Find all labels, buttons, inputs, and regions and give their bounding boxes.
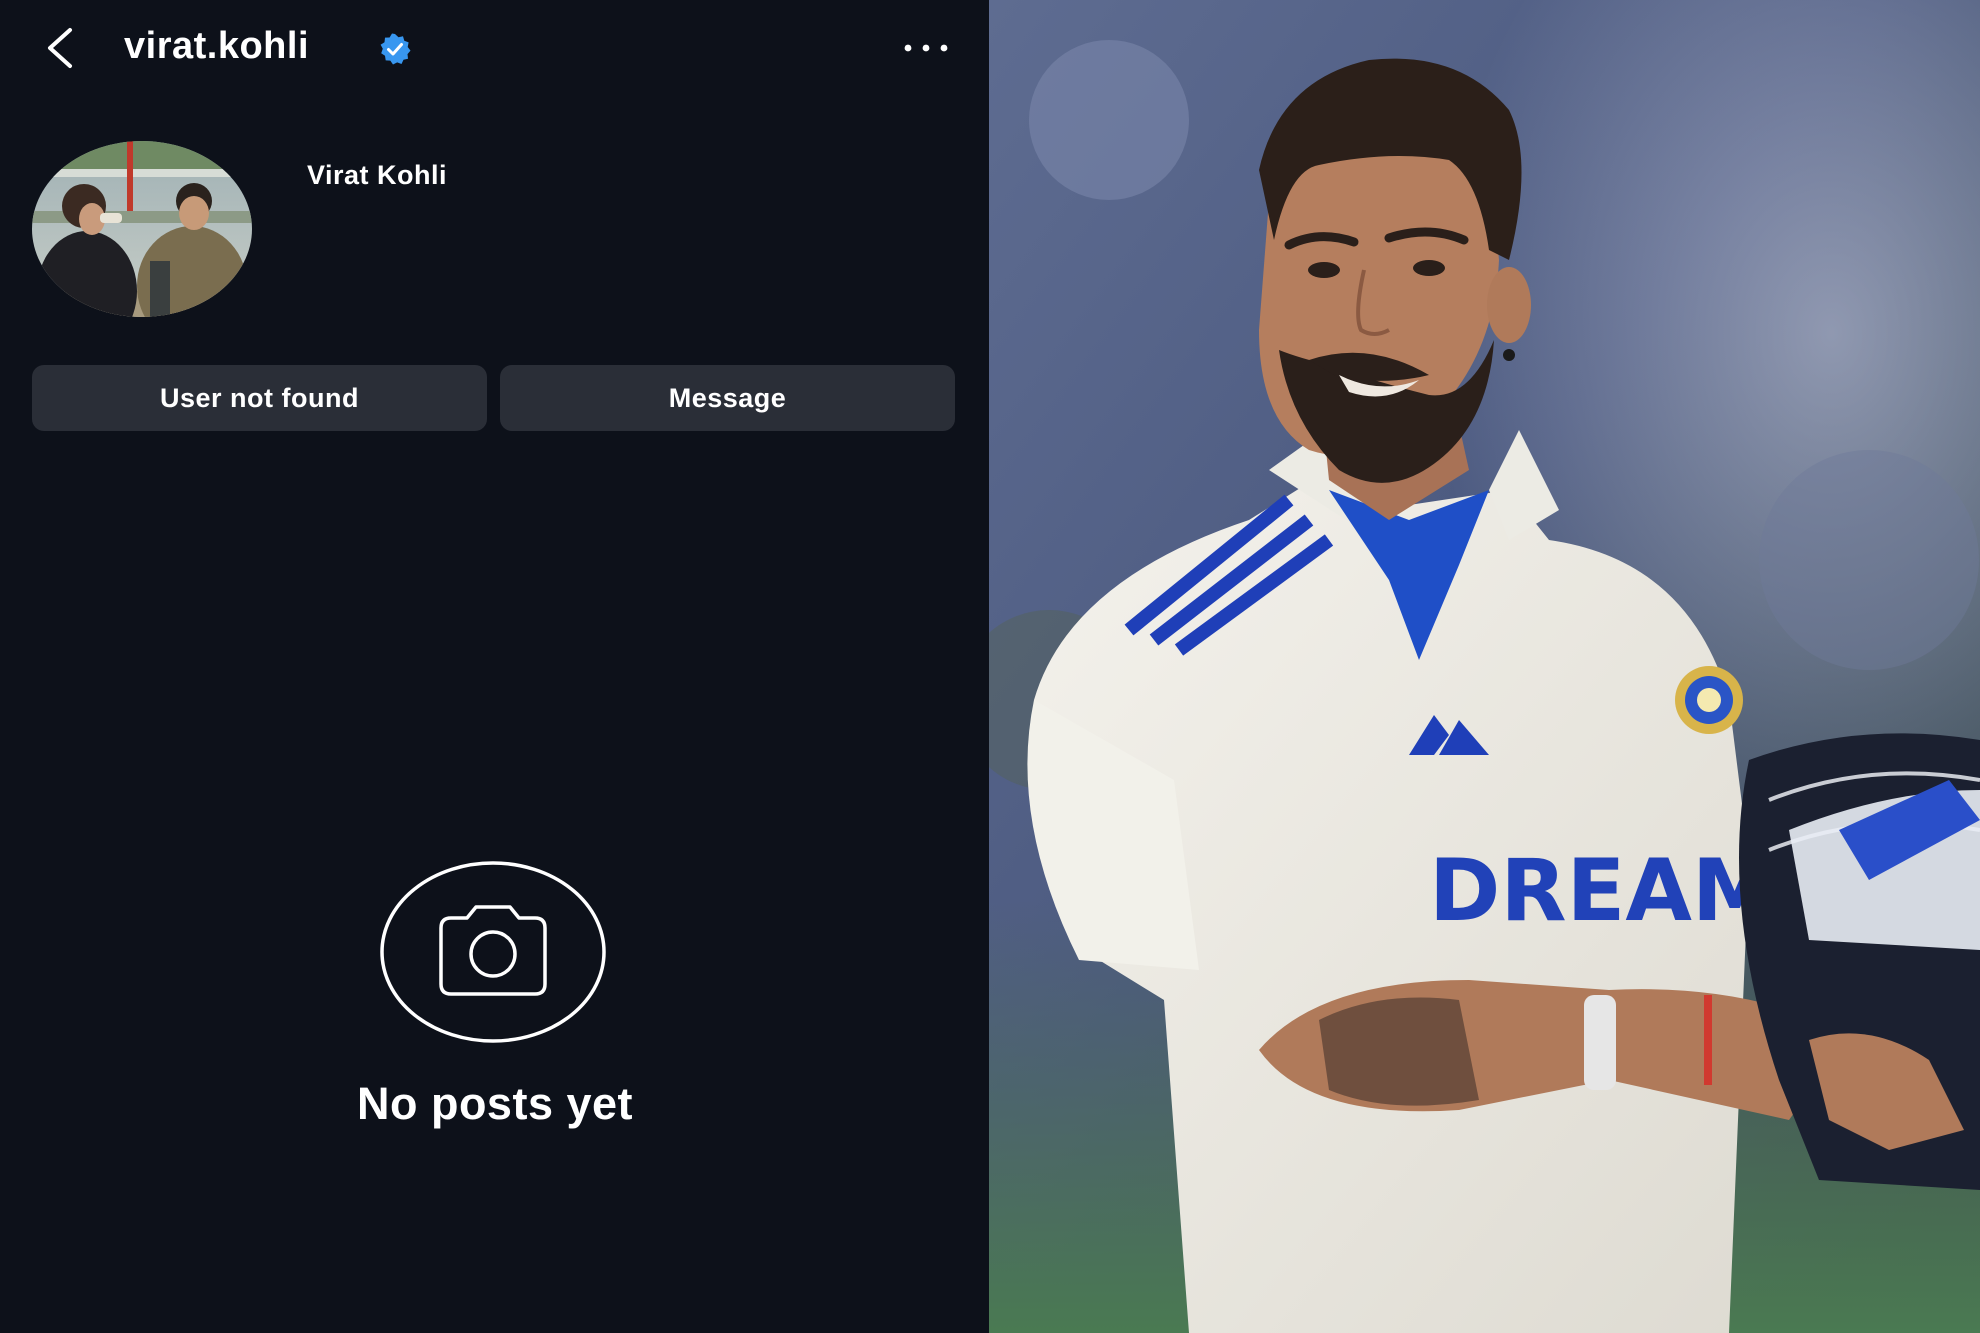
camera-icon [380,861,606,1043]
no-posts-label: No posts yet [356,1078,634,1129]
message-button[interactable]: Message [500,365,955,431]
player-photo: DREAM [989,0,1980,1333]
user-not-found-button[interactable]: User not found [32,365,487,431]
more-horizontal-icon[interactable] [900,38,952,58]
profile-panel: virat.kohli Virat Kohli User not found M… [0,0,989,1333]
verified-badge-icon [380,33,411,65]
profile-display-name: Virat Kohli [307,160,448,190]
profile-username: virat.kohli [124,25,309,67]
empty-posts-state: No posts yet [250,860,740,1160]
avatar-photo [32,141,252,317]
profile-header: virat.kohli [0,0,989,95]
profile-avatar[interactable] [32,141,252,317]
jersey-sponsor-text: DREAM [1429,841,1778,941]
chevron-left-icon[interactable] [40,24,84,72]
